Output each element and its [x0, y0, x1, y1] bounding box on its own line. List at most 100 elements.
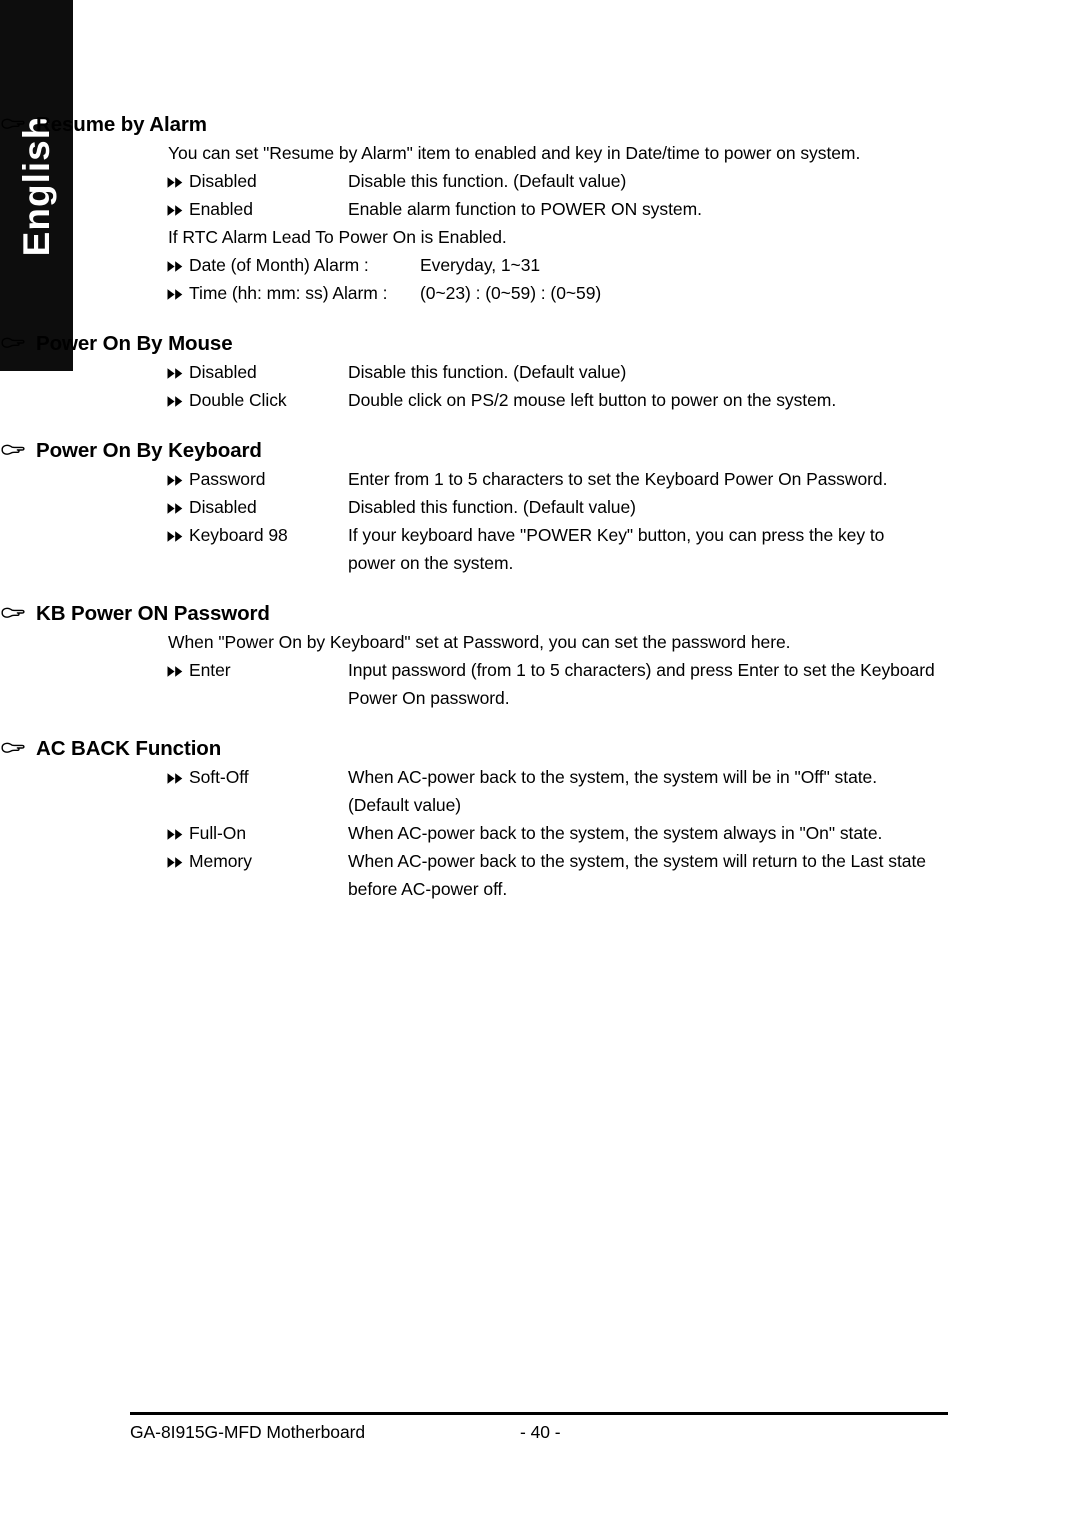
pointing-hand-icon — [1, 607, 25, 618]
page-footer: GA-8I915G-MFD Motherboard - 40 - — [130, 1412, 948, 1445]
option-label: Full-On — [189, 823, 247, 843]
option-label: Soft-Off — [189, 767, 249, 787]
section-heading: Resume by Alarm — [0, 108, 1080, 139]
double-triangle-right-icon — [167, 773, 183, 784]
option-description-line: When AC-power back to the system, the sy… — [348, 767, 878, 787]
section-paragraph: If RTC Alarm Lead To Power On is Enabled… — [168, 227, 507, 247]
double-triangle-right-icon — [167, 531, 183, 542]
option-row: Double Click Double click on PS/2 mouse l… — [167, 386, 1080, 414]
option-description-line: Enter from 1 to 5 characters to set the … — [348, 469, 888, 489]
pointing-hand-icon — [1, 118, 25, 129]
footer-product-name: GA-8I915G-MFD Motherboard — [130, 1422, 366, 1442]
section-title: KB Power ON Password — [36, 602, 270, 625]
option-description-line: When AC-power back to the system, the sy… — [348, 823, 883, 843]
section-heading: AC BACK Function — [0, 732, 1080, 763]
option-description: When AC-power back to the system, the sy… — [348, 847, 926, 903]
pointing-hand-icon — [1, 337, 25, 348]
option-row: Disabled Disabled this function. (Default… — [167, 493, 1080, 521]
option-label: Memory — [189, 851, 252, 871]
section-resume-by-alarm: Resume by Alarm You can set "Resume by Al… — [0, 108, 1080, 307]
option-label: Keyboard 98 — [189, 525, 288, 545]
option-description: When AC-power back to the system, the sy… — [348, 763, 877, 819]
option-row: Password Enter from 1 to 5 characters to … — [167, 465, 1080, 493]
section-title: Power On By Keyboard — [36, 439, 262, 462]
option-label: Time (hh: mm: ss) Alarm : — [189, 283, 388, 303]
option-row: Disabled Disable this function. (Default … — [167, 167, 1080, 195]
option-description: (0~23) : (0~59) : (0~59) — [420, 279, 601, 307]
double-triangle-right-icon — [167, 857, 183, 868]
option-row: Enabled Enable alarm function to POWER ON… — [167, 195, 1080, 223]
option-description-line: Disabled this function. (Default value) — [348, 497, 636, 517]
section-kb-power-on-password: KB Power ON Password When "Power On by Ke… — [0, 597, 1080, 712]
double-triangle-right-icon — [167, 177, 183, 188]
option-label: Enabled — [189, 199, 253, 219]
option-label: Double Click — [189, 390, 287, 410]
option-row: Full-On When AC-power back to the system,… — [167, 819, 1080, 847]
double-triangle-right-icon — [167, 368, 183, 379]
option-description: If your keyboard have "POWER Key" button… — [348, 521, 884, 577]
option-description-line: Input password (from 1 to 5 characters) … — [348, 660, 935, 680]
option-description: Input password (from 1 to 5 characters) … — [348, 656, 935, 712]
pointing-hand-icon — [1, 444, 25, 455]
option-description-line: Power On password. — [348, 688, 510, 708]
pointing-hand-icon — [0, 326, 36, 349]
section-paragraph: When "Power On by Keyboard" set at Passw… — [168, 632, 791, 652]
option-row: Keyboard 98 If your keyboard have "POWER … — [167, 521, 1080, 577]
option-description-line: Disable this function. (Default value) — [348, 171, 627, 191]
option-label: Disabled — [189, 171, 257, 191]
document-body: Resume by Alarm You can set "Resume by Al… — [0, 0, 1080, 903]
option-description: Disable this function. (Default value) — [348, 358, 626, 386]
footer-page-number: - 40 - — [520, 1422, 561, 1442]
option-label: Enter — [189, 660, 231, 680]
option-description-line: Disable this function. (Default value) — [348, 362, 627, 382]
option-row: Time (hh: mm: ss) Alarm : (0~23) : (0~59)… — [167, 279, 1080, 307]
pointing-hand-icon — [0, 433, 36, 456]
section-paragraph: You can set "Resume by Alarm" item to en… — [168, 143, 861, 163]
option-row: Disabled Disable this function. (Default … — [167, 358, 1080, 386]
option-description-line: before AC-power off. — [348, 879, 508, 899]
option-description-line: Enable alarm function to POWER ON system… — [348, 199, 702, 219]
pointing-hand-icon — [0, 596, 36, 619]
double-triangle-right-icon — [167, 666, 183, 677]
section-title: AC BACK Function — [36, 737, 222, 760]
section-ac-back-function: AC BACK Function Soft-Off When AC-power ba… — [0, 732, 1080, 903]
option-label: Date (of Month) Alarm : — [189, 255, 369, 275]
option-row: Enter Input password (from 1 to 5 charact… — [167, 656, 1080, 712]
section-title: Power On By Mouse — [36, 332, 233, 355]
option-description: When AC-power back to the system, the sy… — [348, 819, 882, 847]
option-label: Password — [189, 469, 266, 489]
double-triangle-right-icon — [167, 261, 183, 272]
option-label: Disabled — [189, 362, 257, 382]
section-power-on-by-mouse: Power On By Mouse Disabled Disable this fu… — [0, 327, 1080, 414]
option-row: Memory When AC-power back to the system, … — [167, 847, 1080, 903]
option-label: Disabled — [189, 497, 257, 517]
double-triangle-right-icon — [167, 503, 183, 514]
option-description: Everyday, 1~31 — [420, 251, 540, 279]
option-description-line: Double click on PS/2 mouse left button t… — [348, 390, 837, 410]
option-description-line: If your keyboard have "POWER Key" button… — [348, 525, 885, 545]
section-title: Resume by Alarm — [36, 113, 207, 136]
double-triangle-right-icon — [167, 829, 183, 840]
option-description-line: power on the system. — [348, 553, 514, 573]
double-triangle-right-icon — [167, 396, 183, 407]
option-description: Enable alarm function to POWER ON system… — [348, 195, 702, 223]
section-heading: KB Power ON Password — [0, 597, 1080, 628]
section-power-on-by-keyboard: Power On By Keyboard Password Enter from 1… — [0, 434, 1080, 577]
option-description-line: When AC-power back to the system, the sy… — [348, 851, 926, 871]
section-heading: Power On By Keyboard — [0, 434, 1080, 465]
pointing-hand-icon — [0, 107, 36, 130]
option-description: Disabled this function. (Default value) — [348, 493, 636, 521]
option-row: Soft-Off When AC-power back to the system… — [167, 763, 1080, 819]
section-heading: Power On By Mouse — [0, 327, 1080, 358]
option-description-line: (0~23) : (0~59) : (0~59) — [420, 283, 602, 303]
option-description-line: (Default value) — [348, 795, 462, 815]
option-description-line: Everyday, 1~31 — [420, 255, 541, 275]
option-description: Enter from 1 to 5 characters to set the … — [348, 465, 887, 493]
double-triangle-right-icon — [167, 289, 183, 300]
pointing-hand-icon — [1, 742, 25, 753]
pointing-hand-icon — [0, 731, 36, 754]
double-triangle-right-icon — [167, 205, 183, 216]
option-row: Date (of Month) Alarm : Everyday, 1~31 — [167, 251, 1080, 279]
option-description: Disable this function. (Default value) — [348, 167, 626, 195]
double-triangle-right-icon — [167, 475, 183, 486]
